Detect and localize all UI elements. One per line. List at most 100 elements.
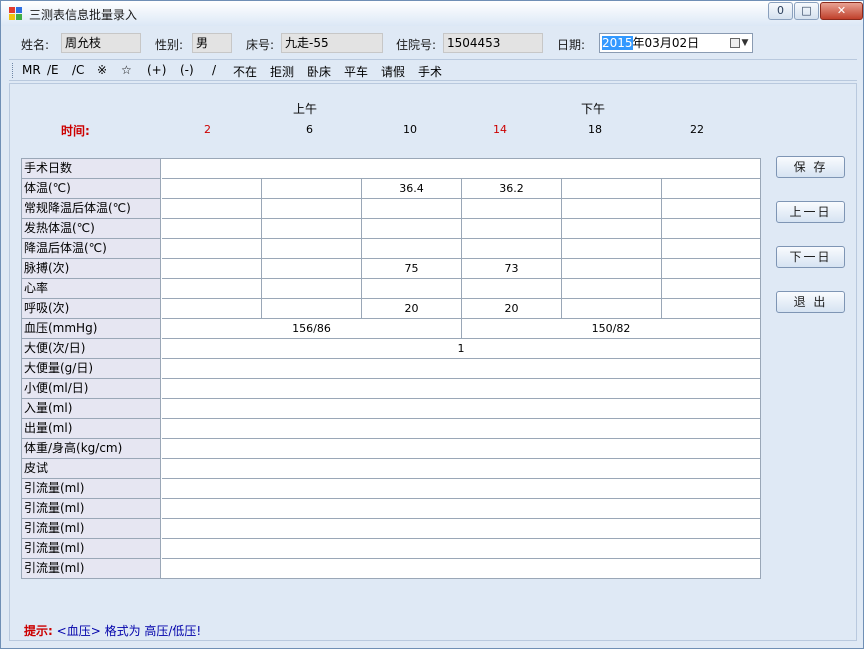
next-day-button[interactable]: 下一日	[776, 246, 845, 268]
name-field: 周允枝	[61, 33, 141, 53]
gender-field: 男	[192, 33, 232, 53]
calendar-dropdown[interactable]: ▼	[728, 36, 750, 50]
grid-cell[interactable]	[562, 239, 662, 259]
symbol-absent[interactable]: 不在	[233, 63, 257, 80]
grid-cell[interactable]: 20	[462, 299, 562, 319]
prev-day-button[interactable]: 上一日	[776, 201, 845, 223]
grid-cell[interactable]	[262, 239, 362, 259]
grid-cell[interactable]	[562, 199, 662, 219]
grid-cell[interactable]	[362, 199, 462, 219]
grid-cell[interactable]	[562, 219, 662, 239]
grid-cell[interactable]: 156/86	[162, 319, 462, 339]
grid-cell[interactable]: 36.4	[362, 179, 462, 199]
exit-button[interactable]: 退 出	[776, 291, 845, 313]
toolbar-grip[interactable]	[12, 63, 15, 78]
grid-cell[interactable]	[162, 179, 262, 199]
minimize-button[interactable]: 0	[768, 2, 793, 20]
symbol-e[interactable]: /E	[47, 63, 59, 77]
grid-cell[interactable]	[562, 279, 662, 299]
grid-cell[interactable]	[662, 279, 760, 299]
row-label: 呼吸(次)	[22, 299, 161, 319]
table-row: 血压(mmHg) 156/86 150/82	[22, 319, 760, 339]
grid-cell[interactable]	[162, 159, 760, 179]
grid-cell[interactable]	[162, 259, 262, 279]
grid-cell[interactable]	[562, 179, 662, 199]
grid-cell[interactable]	[162, 219, 262, 239]
table-row: 入量(ml)	[22, 399, 760, 419]
grid-cell[interactable]	[662, 259, 760, 279]
grid-cell[interactable]	[162, 439, 760, 459]
grid-cell[interactable]	[662, 219, 760, 239]
grid-cell[interactable]	[262, 299, 362, 319]
row-label: 入量(ml)	[22, 399, 161, 419]
row-label: 体重/身高(kg/cm)	[22, 439, 161, 459]
grid-cell[interactable]	[162, 399, 760, 419]
grid-cell[interactable]	[462, 279, 562, 299]
close-button[interactable]: ✕	[820, 2, 863, 20]
grid-cell[interactable]	[662, 199, 760, 219]
save-button[interactable]: 保 存	[776, 156, 845, 178]
grid-cell[interactable]: 1	[162, 339, 760, 359]
symbol-stretcher[interactable]: 平车	[344, 63, 368, 80]
grid-cell[interactable]	[462, 199, 562, 219]
grid-cell[interactable]	[162, 239, 262, 259]
symbol-mr[interactable]: MR	[22, 63, 41, 77]
grid-cell[interactable]	[562, 299, 662, 319]
grid-cell[interactable]: 75	[362, 259, 462, 279]
grid-cell[interactable]: 20	[362, 299, 462, 319]
grid-cell[interactable]	[162, 559, 760, 579]
grid-cell[interactable]: 36.2	[462, 179, 562, 199]
grid-cell[interactable]	[662, 239, 760, 259]
app-icon	[9, 7, 22, 20]
date-rest[interactable]: 年03月02日	[633, 36, 700, 50]
grid-cell[interactable]	[562, 259, 662, 279]
grid-cell[interactable]	[262, 199, 362, 219]
row-label: 引流量(ml)	[22, 539, 161, 559]
symbol-bedridden[interactable]: 卧床	[307, 63, 331, 80]
grid-cell[interactable]: 73	[462, 259, 562, 279]
grid-cell[interactable]	[262, 259, 362, 279]
grid-cell[interactable]	[162, 499, 760, 519]
grid-cell[interactable]	[262, 179, 362, 199]
grid-cell[interactable]	[362, 239, 462, 259]
grid-cell[interactable]	[162, 459, 760, 479]
hour-2: 2	[204, 123, 211, 136]
grid-cell[interactable]	[362, 279, 462, 299]
grid-cell[interactable]	[262, 219, 362, 239]
symbol-slash[interactable]: /	[212, 63, 216, 77]
symbol-reference[interactable]: ※	[97, 63, 107, 77]
symbol-star[interactable]: ☆	[121, 63, 132, 77]
grid-cell[interactable]	[662, 179, 760, 199]
grid-cell[interactable]	[162, 279, 262, 299]
symbol-c[interactable]: /C	[72, 63, 84, 77]
grid-cell[interactable]: 150/82	[462, 319, 760, 339]
date-picker[interactable]: 2015年03月02日 ▼	[599, 33, 753, 53]
grid-cell[interactable]	[462, 239, 562, 259]
symbol-surgery[interactable]: 手术	[418, 63, 442, 80]
bed-label: 床号:	[246, 38, 275, 52]
date-year[interactable]: 2015	[602, 36, 633, 50]
patient-info-bar: 姓名: 周允枝 性别: 男 床号: 九走-55 住院号: 1504453 日期:…	[9, 29, 857, 56]
grid-cell[interactable]	[362, 219, 462, 239]
grid-cell[interactable]	[262, 279, 362, 299]
symbol-refused[interactable]: 拒测	[270, 63, 294, 80]
grid-cell[interactable]	[162, 379, 760, 399]
grid-cell[interactable]	[162, 299, 262, 319]
grid-cell[interactable]	[162, 539, 760, 559]
hour-10: 10	[403, 123, 417, 136]
grid-cell[interactable]	[162, 359, 760, 379]
table-row: 出量(ml)	[22, 419, 760, 439]
title-bar[interactable]: 三测表信息批量录入 0 □ ✕	[1, 1, 863, 26]
grid-cell[interactable]	[662, 299, 760, 319]
symbol-minus[interactable]: (-)	[180, 63, 194, 77]
table-row: 大便量(g/日)	[22, 359, 760, 379]
chevron-down-icon: ▼	[741, 38, 749, 48]
grid-cell[interactable]	[162, 519, 760, 539]
symbol-leave[interactable]: 请假	[381, 63, 405, 80]
maximize-button[interactable]: □	[794, 2, 819, 20]
symbol-plus[interactable]: (+)	[147, 63, 166, 77]
grid-cell[interactable]	[462, 219, 562, 239]
grid-cell[interactable]	[162, 479, 760, 499]
grid-cell[interactable]	[162, 199, 262, 219]
grid-cell[interactable]	[162, 419, 760, 439]
